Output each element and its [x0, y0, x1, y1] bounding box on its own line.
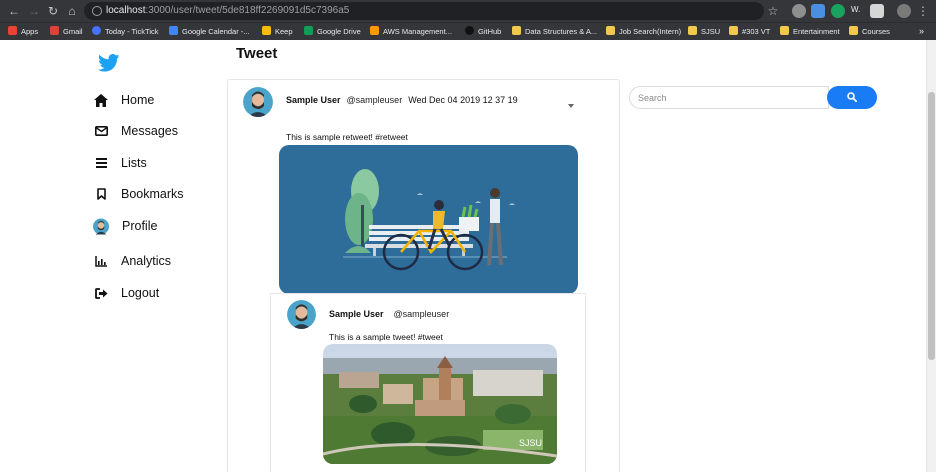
folder-icon — [729, 26, 738, 35]
tweet-header: Sample User @sampleuser Wed Dec 04 2019 12… — [286, 95, 518, 105]
home-browser-icon[interactable]: ⌂ — [64, 3, 80, 19]
bookmark-item[interactable]: Job Search(Intern) — [606, 26, 681, 36]
bookmark-icon — [93, 186, 109, 202]
tweet-image[interactable] — [279, 145, 578, 294]
calendar-extension-icon[interactable] — [811, 4, 825, 18]
bookmark-item[interactable]: AWS Management... — [370, 26, 452, 36]
folder-icon — [849, 26, 858, 35]
avatar[interactable] — [287, 300, 316, 329]
tweet-text: This is sample retweet! #retweet — [286, 132, 408, 142]
bookmark-item[interactable]: Entertainment — [780, 26, 840, 36]
bookmark-item[interactable]: GitHub — [465, 26, 501, 36]
tweet-author-name[interactable]: Sample User — [286, 95, 341, 105]
logout-icon — [93, 285, 109, 301]
reload-icon[interactable]: ↻ — [45, 3, 61, 19]
search-input[interactable] — [638, 90, 818, 106]
bookmarks-overflow[interactable]: » — [919, 26, 924, 36]
url-host: localhost — [106, 5, 146, 16]
star-icon[interactable]: ☆ — [765, 3, 781, 19]
gmail-icon — [50, 26, 59, 35]
envelope-icon — [93, 123, 109, 139]
address-bar[interactable]: localhost:3000/user/tweet/5de818ff226909… — [84, 2, 764, 20]
bookmark-item[interactable]: Gmail — [50, 26, 83, 36]
sidebar-item-profile[interactable]: Profile — [93, 215, 157, 237]
quoted-tweet-header: Sample User @sampleuser — [329, 309, 455, 319]
extension-icon[interactable] — [792, 4, 806, 18]
info-icon[interactable] — [92, 6, 102, 16]
chevron-down-icon[interactable] — [568, 104, 574, 108]
w-extension-label[interactable]: W. — [851, 5, 860, 14]
folder-icon — [606, 26, 615, 35]
bookmarks-bar: Apps Gmail Today - TickTick Google Calen… — [0, 22, 936, 40]
sidebar-item-label: Messages — [121, 124, 178, 138]
sidebar-item-bookmarks[interactable]: Bookmarks — [93, 183, 184, 205]
drive-icon — [304, 26, 313, 35]
bookmark-item[interactable]: Today - TickTick — [92, 26, 158, 36]
folder-icon — [688, 26, 697, 35]
bookmark-item[interactable]: Keep — [262, 26, 293, 36]
avatar — [93, 218, 109, 234]
scrollbar-thumb[interactable] — [928, 92, 935, 360]
bookmark-item[interactable]: Google Calendar -... — [169, 26, 250, 36]
profile-avatar-icon[interactable] — [897, 4, 911, 18]
url-path: :3000/user/tweet/5de818ff2269091d5c7396a… — [145, 5, 350, 16]
bookmark-item[interactable]: #303 VT — [729, 26, 770, 36]
scrollbar[interactable] — [926, 40, 936, 472]
forward-icon[interactable]: → — [26, 3, 42, 19]
quoted-author-name[interactable]: Sample User — [329, 309, 384, 319]
search-box — [629, 86, 829, 109]
bookmark-item[interactable]: Google Drive — [304, 26, 361, 36]
bar-chart-icon — [93, 253, 109, 269]
browser-toolbar: ← → ↻ ⌂ localhost:3000/user/tweet/5de818… — [0, 0, 936, 22]
aws-icon — [370, 26, 379, 35]
home-icon — [93, 92, 109, 108]
back-icon[interactable]: ← — [6, 3, 22, 19]
avatar[interactable] — [243, 87, 273, 117]
sidebar-item-label: Analytics — [121, 254, 172, 268]
sidebar-item-logout[interactable]: Logout — [93, 282, 159, 304]
page-title: Tweet — [236, 45, 278, 62]
ticktick-icon — [92, 26, 101, 35]
menu-icon[interactable]: ⋮ — [915, 3, 931, 19]
extension-icon[interactable] — [870, 4, 884, 18]
sidebar-item-label: Lists — [121, 156, 147, 170]
keep-icon — [262, 26, 271, 35]
bookmark-item[interactable]: Data Structures & A... — [512, 26, 597, 36]
github-icon — [465, 26, 474, 35]
list-icon — [93, 155, 109, 171]
sidebar-item-lists[interactable]: Lists — [93, 152, 147, 174]
folder-icon — [512, 26, 521, 35]
tweet-date: Wed Dec 04 2019 12 37 19 — [408, 95, 518, 105]
search-button[interactable] — [827, 86, 877, 109]
sidebar-item-label: Logout — [121, 286, 160, 300]
apps-icon — [8, 26, 17, 35]
bookmark-item[interactable]: SJSU — [688, 26, 720, 36]
sidebar-item-label: Profile — [122, 219, 158, 233]
folder-icon — [780, 26, 789, 35]
sidebar-item-label: Bookmarks — [121, 187, 184, 201]
sidebar-item-messages[interactable]: Messages — [93, 120, 178, 142]
bookmark-item[interactable]: Apps — [8, 26, 38, 36]
quoted-author-handle[interactable]: @sampleuser — [394, 309, 450, 319]
quoted-tweet-text: This is a sample tweet! #tweet — [329, 332, 443, 342]
calendar-icon — [169, 26, 178, 35]
search-icon — [847, 89, 858, 107]
sidebar-item-home[interactable]: Home — [93, 89, 154, 111]
quoted-tweet-image[interactable]: SJSU — [323, 344, 557, 464]
sidebar-item-analytics[interactable]: Analytics — [93, 250, 171, 272]
bookmark-item[interactable]: Courses — [849, 26, 890, 36]
pushbullet-extension-icon[interactable] — [831, 4, 845, 18]
image-watermark: SJSU — [519, 438, 542, 448]
twitter-logo-icon[interactable] — [98, 54, 120, 72]
sidebar-item-label: Home — [121, 93, 155, 107]
tweet-author-handle[interactable]: @sampleuser — [347, 95, 403, 105]
